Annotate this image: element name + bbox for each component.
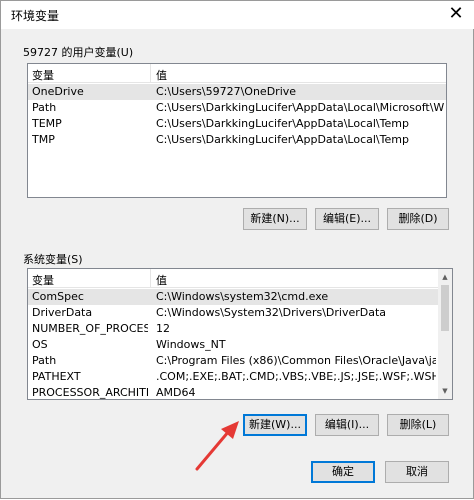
var-value: C:\Users\DarkkingLucifer\AppData\Local\T…: [156, 133, 409, 146]
user-edit-button[interactable]: 编辑(E)...: [315, 208, 379, 230]
table-row[interactable]: Path C:\Program Files (x86)\Common Files…: [28, 353, 438, 369]
var-value: C:\Windows\system32\cmd.exe: [156, 290, 329, 303]
var-value: C:\Users\DarkkingLucifer\AppData\Local\T…: [156, 117, 409, 130]
environment-variables-dialog: 环境变量 ✕ 59727 的用户变量(U) 变量 值 OneDrive C:\U…: [0, 0, 474, 499]
var-value: AMD64: [156, 386, 196, 399]
table-row[interactable]: PATHEXT .COM;.EXE;.BAT;.CMD;.VBS;.VBE;.J…: [28, 369, 438, 385]
var-value: Windows_NT: [156, 338, 226, 351]
var-name: ComSpec: [32, 290, 84, 303]
var-name: Path: [32, 101, 57, 114]
user-vars-list[interactable]: 变量 值 OneDrive C:\Users\59727\OneDrive Pa…: [27, 63, 447, 198]
scrollbar-thumb[interactable]: [441, 285, 449, 331]
system-edit-button[interactable]: 编辑(I)...: [315, 414, 379, 436]
var-value: 12: [156, 322, 170, 335]
var-name: OS: [32, 338, 48, 351]
title-bar[interactable]: 环境变量 ✕: [1, 1, 474, 29]
column-header-value[interactable]: 值: [156, 272, 167, 288]
user-new-button[interactable]: 新建(N)...: [243, 208, 307, 230]
table-row[interactable]: DriverData C:\Windows\System32\Drivers\D…: [28, 305, 438, 321]
var-value: C:\Windows\System32\Drivers\DriverData: [156, 306, 387, 319]
system-vars-header: 变量 值: [28, 269, 438, 288]
var-value: .COM;.EXE;.BAT;.CMD;.VBS;.VBE;.JS;.JSE;.…: [156, 370, 436, 383]
column-header-name[interactable]: 变量: [32, 272, 54, 288]
column-separator[interactable]: [150, 64, 151, 82]
var-name: NUMBER_OF_PROCESSORS: [32, 322, 148, 335]
system-new-button[interactable]: 新建(W)...: [243, 414, 307, 436]
var-name: Path: [32, 354, 57, 367]
column-header-value[interactable]: 值: [156, 67, 167, 83]
var-name: OneDrive: [32, 85, 84, 98]
var-name: PATHEXT: [32, 370, 81, 383]
scroll-up-icon[interactable]: ▲: [438, 271, 452, 283]
system-delete-button[interactable]: 删除(L): [387, 414, 449, 436]
vertical-scrollbar[interactable]: ▲ ▼: [438, 269, 452, 399]
window-title: 环境变量: [11, 9, 60, 23]
var-name: DriverData: [32, 306, 93, 319]
column-header-name[interactable]: 变量: [32, 67, 54, 83]
user-vars-label: 59727 的用户变量(U): [23, 46, 134, 59]
table-row[interactable]: ComSpec C:\Windows\system32\cmd.exe: [28, 289, 438, 305]
var-name: TEMP: [32, 117, 62, 130]
table-row[interactable]: TEMP C:\Users\DarkkingLucifer\AppData\Lo…: [28, 116, 446, 132]
close-icon[interactable]: ✕: [441, 3, 471, 27]
system-vars-list[interactable]: 变量 值 ComSpec C:\Windows\system32\cmd.exe…: [27, 268, 453, 400]
var-name: TMP: [32, 133, 55, 146]
table-row[interactable]: OS Windows_NT: [28, 337, 438, 353]
var-value: C:\Program Files (x86)\Common Files\Orac…: [156, 354, 436, 367]
user-delete-button[interactable]: 删除(D): [387, 208, 449, 230]
user-vars-header: 变量 值: [28, 64, 446, 83]
cancel-button[interactable]: 取消: [385, 461, 449, 483]
table-row[interactable]: Path C:\Users\DarkkingLucifer\AppData\Lo…: [28, 100, 446, 116]
column-separator[interactable]: [150, 269, 151, 287]
table-row[interactable]: PROCESSOR_ARCHITECT... AMD64: [28, 385, 438, 399]
table-row[interactable]: OneDrive C:\Users\59727\OneDrive: [28, 84, 446, 100]
system-vars-label: 系统变量(S): [23, 253, 83, 266]
var-value: C:\Users\DarkkingLucifer\AppData\Local\M…: [156, 101, 444, 114]
table-row[interactable]: NUMBER_OF_PROCESSORS 12: [28, 321, 438, 337]
var-name: PROCESSOR_ARCHITECT...: [32, 386, 148, 399]
table-row[interactable]: TMP C:\Users\DarkkingLucifer\AppData\Loc…: [28, 132, 446, 148]
var-value: C:\Users\59727\OneDrive: [156, 85, 297, 98]
ok-button[interactable]: 确定: [311, 461, 375, 483]
scroll-down-icon[interactable]: ▼: [438, 385, 452, 397]
